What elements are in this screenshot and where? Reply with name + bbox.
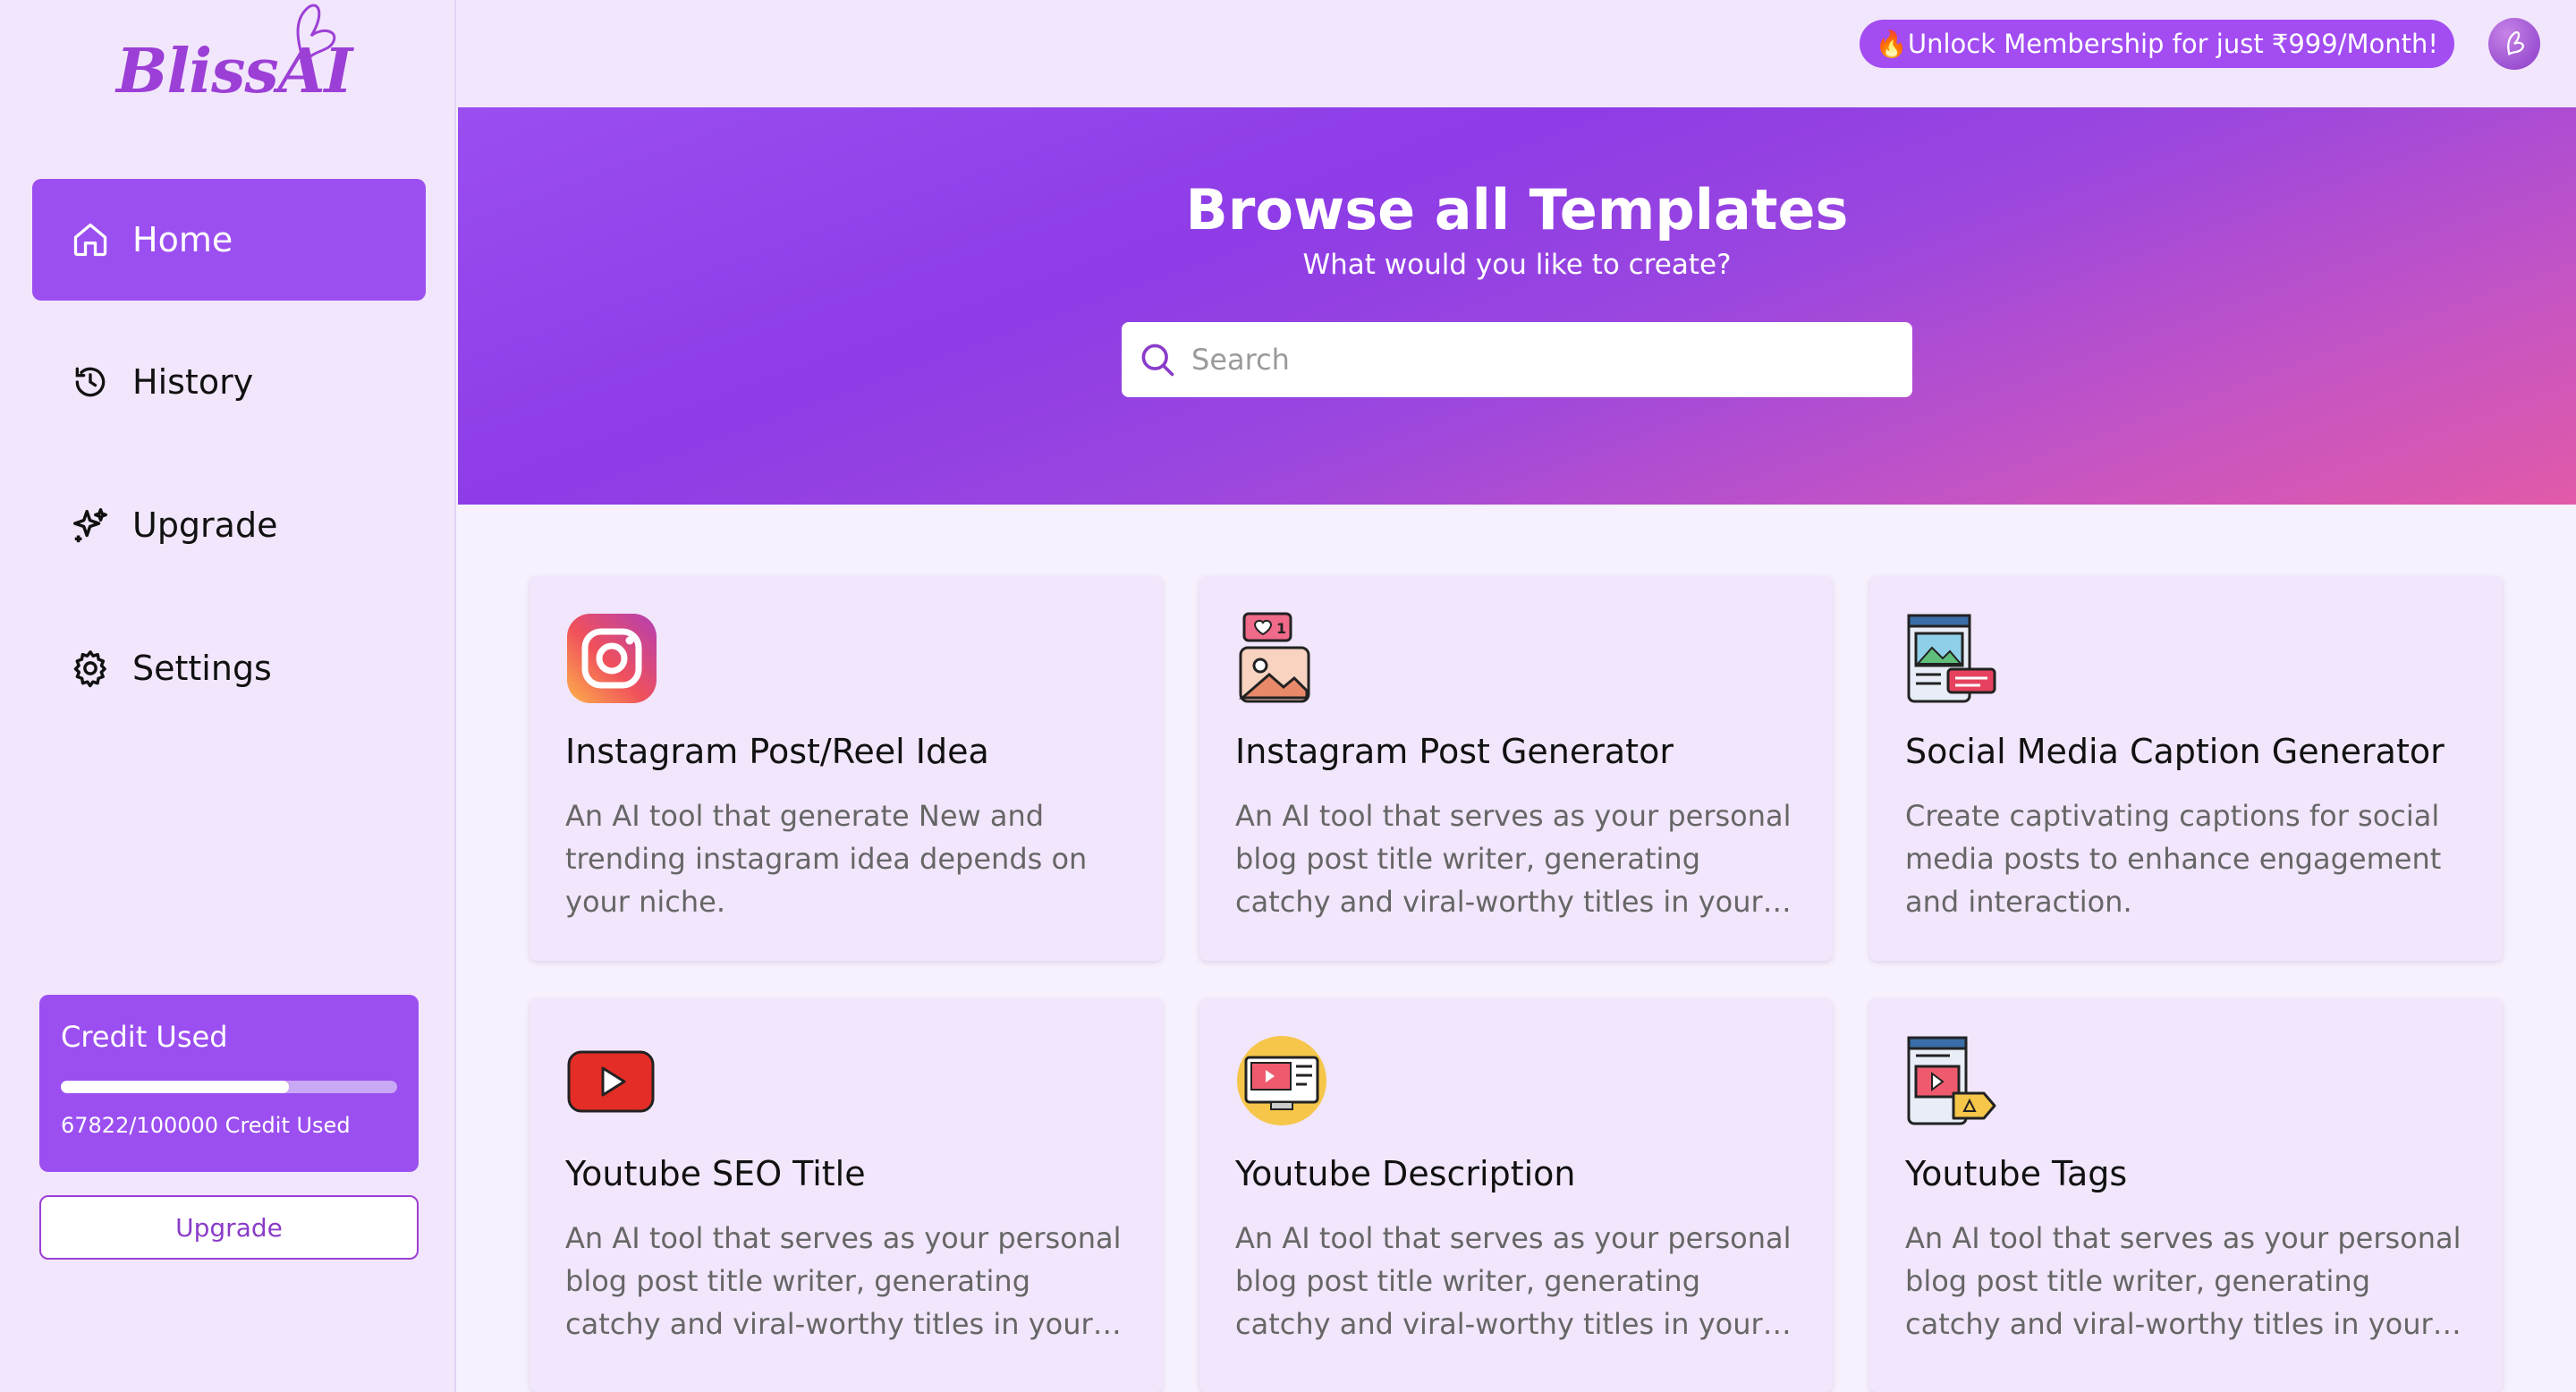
card-title: Social Media Caption Generator	[1905, 732, 2445, 771]
template-card-youtube-seo-title[interactable]: Youtube SEO Title An AI tool that serves…	[530, 998, 1163, 1392]
card-description: Create captivating captions for social m…	[1905, 799, 2442, 919]
sidebar: BlissAI Home History Upgrade Settings Cr…	[0, 0, 456, 1392]
svg-text:1: 1	[1276, 620, 1286, 637]
card-title: Instagram Post Generator	[1235, 732, 1674, 771]
credit-progress-bar	[61, 1081, 397, 1093]
sidebar-item-label: History	[132, 362, 254, 402]
card-title: Youtube Description	[1235, 1154, 1576, 1193]
gear-icon	[68, 646, 113, 691]
caption-icon	[1905, 612, 1998, 705]
credit-usage-card: Credit Used 67822/100000 Credit Used	[39, 995, 419, 1172]
home-icon	[68, 217, 113, 262]
sidebar-item-upgrade[interactable]: Upgrade	[32, 464, 426, 586]
page-subtitle: What would you like to create?	[1302, 249, 1732, 281]
brand-logo[interactable]: BlissAI	[116, 0, 352, 125]
search-input[interactable]	[1190, 342, 1891, 378]
membership-promo-button[interactable]: 🔥Unlock Membership for just ₹999/Month!	[1859, 20, 2454, 68]
avatar[interactable]	[2488, 18, 2540, 70]
template-card-youtube-tags[interactable]: Youtube Tags An AI tool that serves as y…	[1869, 998, 2503, 1392]
history-icon	[68, 360, 113, 404]
card-description: An AI tool that serves as your personal …	[1905, 1221, 2462, 1341]
youtube-icon	[565, 1034, 658, 1127]
instagram-icon	[565, 612, 658, 705]
video-tag-icon	[1905, 1034, 1998, 1127]
top-bar: 🔥Unlock Membership for just ₹999/Month!	[456, 0, 2576, 107]
template-card-youtube-description[interactable]: Youtube Description An AI tool that serv…	[1199, 998, 1833, 1392]
sidebar-item-home[interactable]: Home	[32, 179, 426, 301]
card-description: An AI tool that serves as your personal …	[1235, 1221, 1792, 1341]
template-card-social-caption[interactable]: Social Media Caption Generator Create ca…	[1869, 576, 2503, 961]
sidebar-item-settings[interactable]: Settings	[32, 607, 426, 729]
card-title: Youtube Tags	[1905, 1154, 2128, 1193]
sidebar-item-label: Home	[132, 220, 233, 259]
card-description: An AI tool that generate New and trendin…	[565, 799, 1088, 919]
sidebar-item-history[interactable]: History	[32, 321, 426, 443]
card-description: An AI tool that serves as your personal …	[1235, 799, 1792, 919]
card-description: An AI tool that serves as your personal …	[565, 1221, 1122, 1341]
credit-title: Credit Used	[61, 1020, 228, 1054]
template-card-instagram-idea[interactable]: Instagram Post/Reel Idea An AI tool that…	[530, 576, 1163, 961]
video-description-icon	[1235, 1034, 1328, 1127]
search-icon	[1141, 344, 1174, 377]
card-title: Instagram Post/Reel Idea	[565, 732, 989, 771]
template-card-instagram-post[interactable]: 1 Instagram Post Generator An AI tool th…	[1199, 576, 1833, 961]
sparkle-icon	[68, 503, 113, 547]
card-title: Youtube SEO Title	[565, 1154, 866, 1193]
credit-progress-fill	[61, 1081, 289, 1093]
upgrade-button[interactable]: Upgrade	[39, 1195, 419, 1260]
search-box[interactable]	[1122, 322, 1912, 397]
butterfly-avatar-icon	[2507, 31, 2524, 56]
sidebar-item-label: Upgrade	[132, 505, 278, 545]
credit-used-text: 67822/100000 Credit Used	[61, 1113, 351, 1138]
butterfly-icon	[296, 4, 336, 66]
post-image-icon: 1	[1235, 612, 1328, 705]
hero-banner: Browse all Templates What would you like…	[458, 107, 2576, 505]
sidebar-item-label: Settings	[132, 649, 272, 688]
page-title: Browse all Templates	[1185, 177, 1849, 242]
